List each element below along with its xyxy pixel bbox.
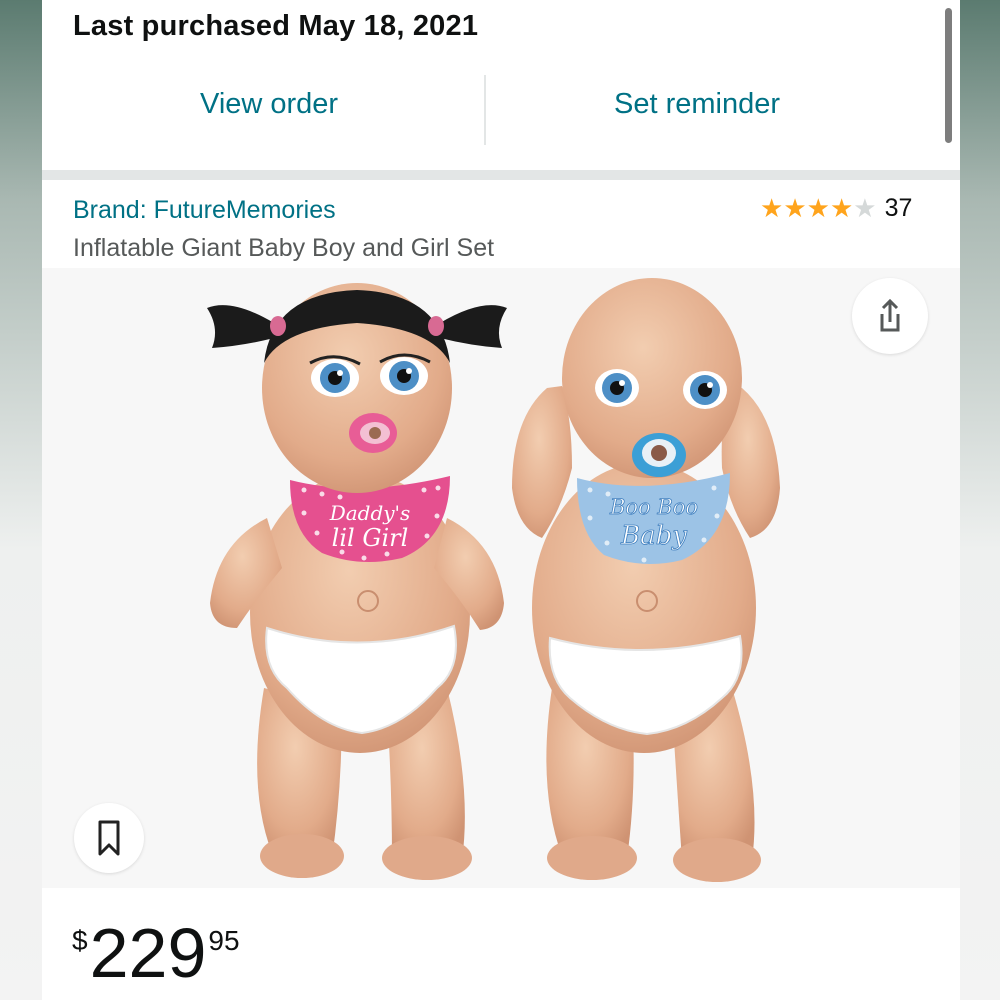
product-image[interactable]: Daddy's lil Girl Boo Boo Baby: [42, 268, 960, 888]
scrollbar[interactable]: [945, 8, 952, 143]
svg-text:lil Girl: lil Girl: [332, 524, 409, 552]
share-icon: [880, 298, 900, 332]
background-left: [0, 0, 42, 1000]
star-icon: ★: [783, 193, 807, 224]
svg-text:Boo Boo: Boo Boo: [609, 495, 698, 519]
star-empty-icon: ★: [853, 193, 877, 224]
save-to-list-button[interactable]: [74, 803, 144, 873]
view-order-button[interactable]: View order: [200, 88, 338, 121]
rating-count: 37: [884, 194, 913, 222]
price-whole: 229: [89, 914, 207, 992]
price: $ 229 95: [72, 915, 240, 991]
svg-text:Daddy's: Daddy's: [329, 501, 411, 525]
boy-baby-figure: Boo Boo Baby: [512, 278, 780, 882]
share-button[interactable]: [852, 278, 928, 354]
girl-baby-figure: Daddy's lil Girl: [207, 283, 507, 880]
svg-text:Baby: Baby: [620, 521, 687, 551]
background-right: [960, 0, 1000, 1000]
product-photo: Daddy's lil Girl Boo Boo Baby: [207, 278, 780, 882]
product-title[interactable]: Inflatable Giant Baby Boy and Girl Set: [73, 234, 494, 263]
price-fraction: 95: [208, 925, 240, 956]
product-card[interactable]: Brand: FutureMemories Inflatable Giant B…: [42, 180, 960, 1000]
price-symbol: $: [72, 925, 88, 956]
set-reminder-button[interactable]: Set reminder: [614, 88, 780, 121]
purchase-card: Last purchased May 18, 2021 View order S…: [42, 0, 960, 170]
star-icon: ★: [829, 193, 854, 224]
star-icon: ★: [760, 193, 784, 224]
brand-link[interactable]: Brand: FutureMemories: [73, 196, 336, 225]
app-screen: Last purchased May 18, 2021 View order S…: [42, 0, 960, 1000]
bookmark-icon: [98, 820, 120, 856]
button-divider: [484, 75, 486, 145]
rating[interactable]: ★ ★ ★ ★ ★ 37: [760, 194, 912, 223]
last-purchased-text: Last purchased May 18, 2021: [73, 10, 479, 42]
star-rating: ★ ★ ★ ★ ★: [760, 195, 877, 223]
star-icon: ★: [806, 193, 830, 224]
section-separator: [42, 170, 960, 180]
